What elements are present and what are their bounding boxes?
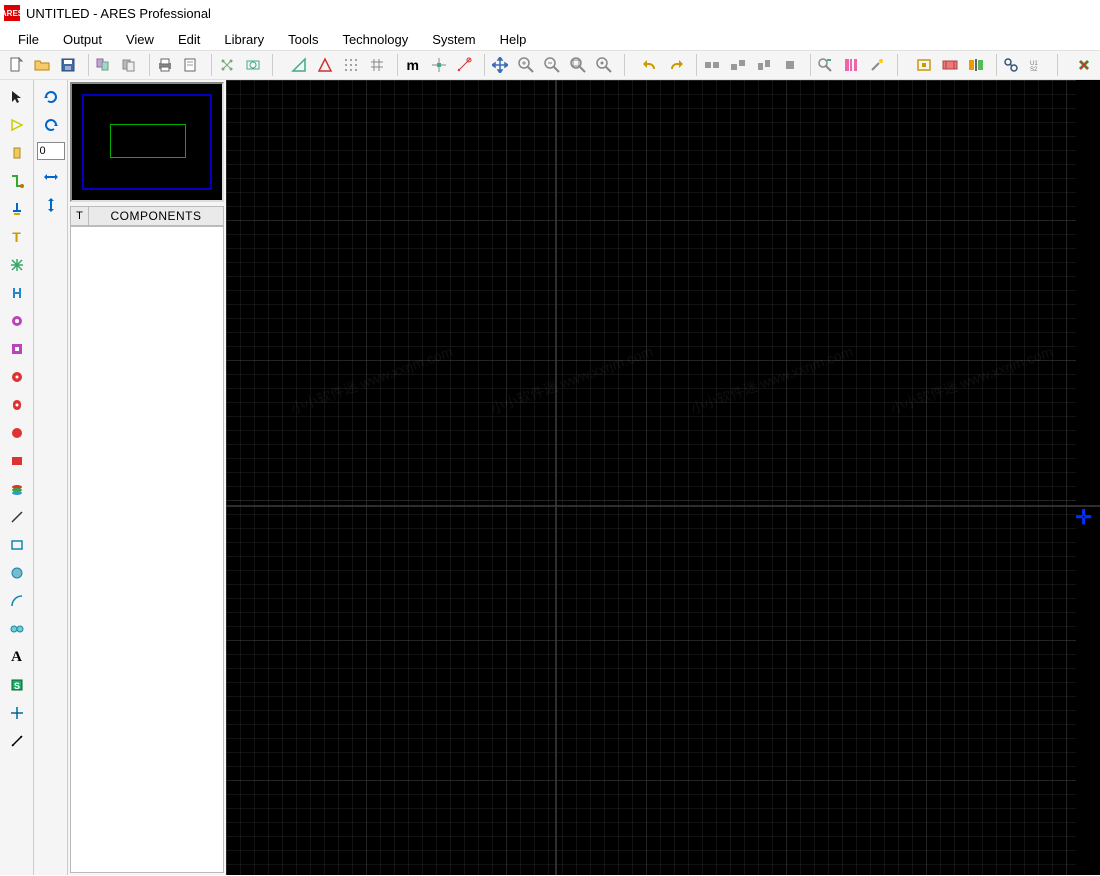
preview-button[interactable] xyxy=(179,53,203,77)
smd-pad-tool[interactable] xyxy=(5,338,29,360)
block-move-button[interactable] xyxy=(726,53,750,77)
metric-button[interactable]: m xyxy=(401,53,425,77)
rotation-input[interactable] xyxy=(37,142,65,160)
svg-text:S: S xyxy=(14,681,20,691)
menu-view[interactable]: View xyxy=(114,30,166,49)
print-button[interactable] xyxy=(153,53,177,77)
marker-tool[interactable] xyxy=(5,702,29,724)
path-tool[interactable] xyxy=(5,618,29,640)
ratsnest-tool[interactable] xyxy=(5,254,29,276)
overview-panel[interactable] xyxy=(70,82,224,202)
components-list[interactable] xyxy=(70,226,224,873)
filter-button[interactable] xyxy=(839,53,863,77)
menu-file[interactable]: File xyxy=(6,30,51,49)
rectangle-tool[interactable] xyxy=(5,534,29,556)
menu-system[interactable]: System xyxy=(420,30,487,49)
measure-tool[interactable] xyxy=(5,730,29,752)
left-toolbox: T A S xyxy=(0,80,34,875)
via-tool[interactable] xyxy=(5,198,29,220)
redo-button[interactable] xyxy=(664,53,688,77)
circle-tool[interactable] xyxy=(5,562,29,584)
menu-technology[interactable]: Technology xyxy=(330,30,420,49)
components-panel-title: COMPONENTS xyxy=(89,207,223,225)
pan-button[interactable] xyxy=(488,53,512,77)
arc-tool[interactable] xyxy=(5,590,29,612)
layout-button[interactable] xyxy=(241,53,265,77)
snap-button[interactable] xyxy=(427,53,451,77)
round-pad-tool[interactable] xyxy=(5,394,29,416)
toggle-legend-button[interactable]: U1S2 xyxy=(1025,53,1049,77)
mirror-v-button[interactable] xyxy=(39,194,63,216)
block-copy-button[interactable] xyxy=(700,53,724,77)
toggle-grid-dots-button[interactable] xyxy=(339,53,363,77)
design-explorer-button[interactable] xyxy=(1072,53,1096,77)
zoom-area-button[interactable] xyxy=(592,53,616,77)
menu-library[interactable]: Library xyxy=(212,30,276,49)
schematic-button[interactable] xyxy=(215,53,239,77)
pad-square-tool[interactable]: T xyxy=(5,226,29,248)
zoom-in-button[interactable] xyxy=(514,53,538,77)
select-tool[interactable] xyxy=(5,86,29,108)
block-delete-button[interactable] xyxy=(778,53,802,77)
menu-tools[interactable]: Tools xyxy=(276,30,330,49)
main-toolbar: m U1S2 xyxy=(0,50,1100,80)
rotate-cw-button[interactable] xyxy=(39,86,63,108)
split-button[interactable] xyxy=(964,53,988,77)
power-plane-tool[interactable] xyxy=(5,366,29,388)
circle-pad-tool[interactable] xyxy=(5,422,29,444)
title-bar: ARES UNTITLED - ARES Professional xyxy=(0,0,1100,26)
zoom-extents-button[interactable] xyxy=(566,53,590,77)
window-title: UNTITLED - ARES Professional xyxy=(26,6,211,21)
side-panel: T COMPONENTS xyxy=(68,80,226,875)
svg-text:S2: S2 xyxy=(1030,67,1038,73)
toggle-layers-button[interactable] xyxy=(313,53,337,77)
package-tool[interactable] xyxy=(5,142,29,164)
undo-button[interactable] xyxy=(639,53,663,77)
track-tool[interactable] xyxy=(5,170,29,192)
pick-button[interactable] xyxy=(814,53,838,77)
search-button[interactable] xyxy=(1000,53,1024,77)
canvas-grid xyxy=(226,80,1100,875)
menu-bar: File Output View Edit Library Tools Tech… xyxy=(0,26,1100,50)
menu-help[interactable]: Help xyxy=(488,30,539,49)
drc-button[interactable] xyxy=(938,53,962,77)
open-file-button[interactable] xyxy=(30,53,54,77)
auto-place-tool[interactable] xyxy=(5,282,29,304)
save-file-button[interactable] xyxy=(56,53,80,77)
wizard-button[interactable] xyxy=(865,53,889,77)
toggle-bounds-button[interactable] xyxy=(287,53,311,77)
component-place-tool[interactable] xyxy=(5,114,29,136)
components-panel-tab[interactable]: T xyxy=(71,207,89,225)
arena-button[interactable] xyxy=(912,53,936,77)
app-icon: ARES xyxy=(4,5,20,21)
import-button[interactable] xyxy=(92,53,116,77)
export-button[interactable] xyxy=(117,53,141,77)
rotate-ccw-button[interactable] xyxy=(39,114,63,136)
block-rotate-button[interactable] xyxy=(752,53,776,77)
toggle-grid-lines-button[interactable] xyxy=(365,53,389,77)
components-panel-header: T COMPONENTS xyxy=(70,206,224,226)
text-tool[interactable]: A xyxy=(5,646,29,668)
workspace: T A S T COMPONENTS xyxy=(0,80,1100,875)
dimension-tool[interactable]: S xyxy=(5,674,29,696)
zone-tool[interactable] xyxy=(5,478,29,500)
cursor-crosshair-icon: ✛ xyxy=(1075,505,1092,530)
new-file-button[interactable] xyxy=(4,53,28,77)
origin-button[interactable] xyxy=(453,53,477,77)
menu-output[interactable]: Output xyxy=(51,30,114,49)
rect-pad-tool[interactable] xyxy=(5,450,29,472)
menu-edit[interactable]: Edit xyxy=(166,30,212,49)
orientation-toolbox xyxy=(34,80,68,875)
overview-keepout xyxy=(110,124,186,158)
through-hole-tool[interactable] xyxy=(5,310,29,332)
mirror-h-button[interactable] xyxy=(39,166,63,188)
design-canvas[interactable]: 小小软件迷 www.xxrjm.com 小小软件迷 www.xxrjm.com … xyxy=(226,80,1100,875)
line-tool[interactable] xyxy=(5,506,29,528)
zoom-out-button[interactable] xyxy=(540,53,564,77)
